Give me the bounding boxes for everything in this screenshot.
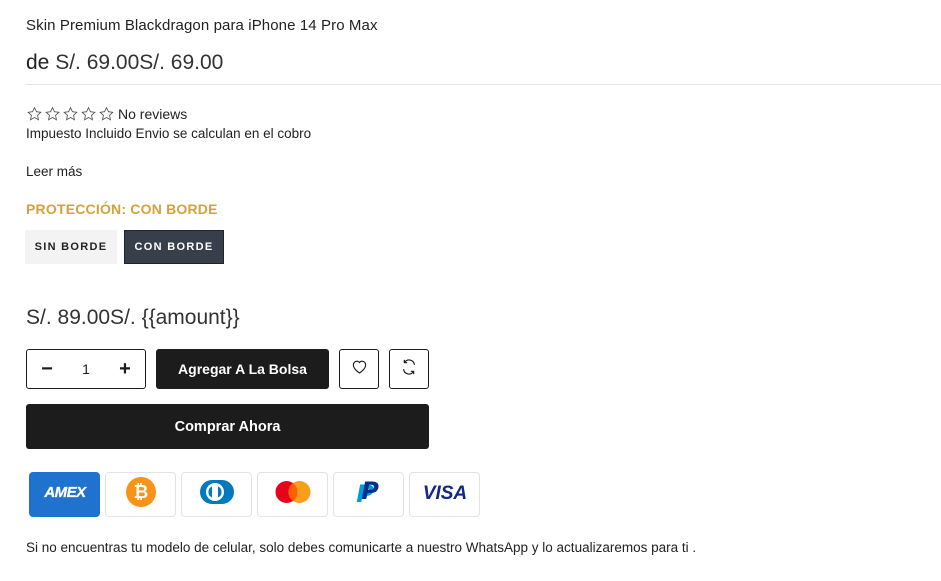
payment-diners — [181, 472, 252, 517]
option-con-borde[interactable]: CON BORDE — [124, 230, 224, 264]
star-icon — [98, 106, 115, 122]
star-icon — [26, 106, 43, 122]
read-more-link[interactable]: Leer más — [26, 164, 82, 179]
payment-amex: AMEX — [29, 472, 100, 517]
compare-icon — [401, 358, 417, 380]
payment-bitcoin: ₿ — [105, 472, 176, 517]
payment-paypal: PP — [333, 472, 404, 517]
buy-now-button[interactable]: Comprar Ahora — [26, 404, 429, 449]
reviews-text: No reviews — [118, 106, 188, 122]
bitcoin-icon: ₿ — [125, 476, 157, 513]
visa-mark-text: VISA — [422, 483, 466, 502]
wishlist-button[interactable] — [339, 349, 379, 389]
rating-stars — [26, 106, 115, 122]
option-sin-borde[interactable]: SIN BORDE — [25, 230, 117, 264]
compare-button[interactable] — [389, 349, 429, 389]
option-label: PROTECCIÓN: CON BORDE — [26, 201, 218, 217]
product-price: de S/. 69.00S/. 69.00 — [26, 51, 223, 75]
star-icon — [62, 106, 79, 122]
price-value: S/. 69.00S/. 69.00 — [55, 51, 224, 74]
divider — [26, 84, 941, 85]
star-icon — [80, 106, 97, 122]
paypal-mark-front: P — [361, 477, 379, 505]
amex-mark-text: AMEX — [43, 484, 87, 501]
product-title: Skin Premium Blackdragon para iPhone 14 … — [26, 17, 378, 34]
footer-note: Si no encuentras tu modelo de celular, s… — [26, 540, 697, 555]
payment-visa: VISA — [409, 472, 480, 517]
rating[interactable]: No reviews — [26, 106, 187, 122]
bitcoin-mark-text: ₿ — [133, 482, 148, 503]
mastercard-icon — [271, 478, 315, 511]
minus-button[interactable]: − — [39, 359, 55, 379]
quantity-stepper: − 1 + — [26, 349, 146, 389]
visa-icon: VISA — [419, 482, 471, 507]
add-to-bag-button[interactable]: Agregar A La Bolsa — [156, 349, 329, 389]
diners-icon — [198, 478, 236, 511]
price-prefix: de — [26, 51, 50, 74]
tax-shipping-note: Impuesto Incluido Envio se calculan en e… — [26, 126, 312, 141]
star-icon — [44, 106, 61, 122]
quantity-value[interactable]: 1 — [82, 361, 90, 377]
paypal-icon: PP — [355, 477, 383, 512]
payment-mastercard — [257, 472, 328, 517]
amex-icon: AMEX — [36, 483, 94, 506]
variant-price: S/. 89.00S/. {{amount}} — [26, 306, 240, 329]
heart-icon — [351, 359, 368, 379]
plus-button[interactable]: + — [117, 359, 133, 379]
